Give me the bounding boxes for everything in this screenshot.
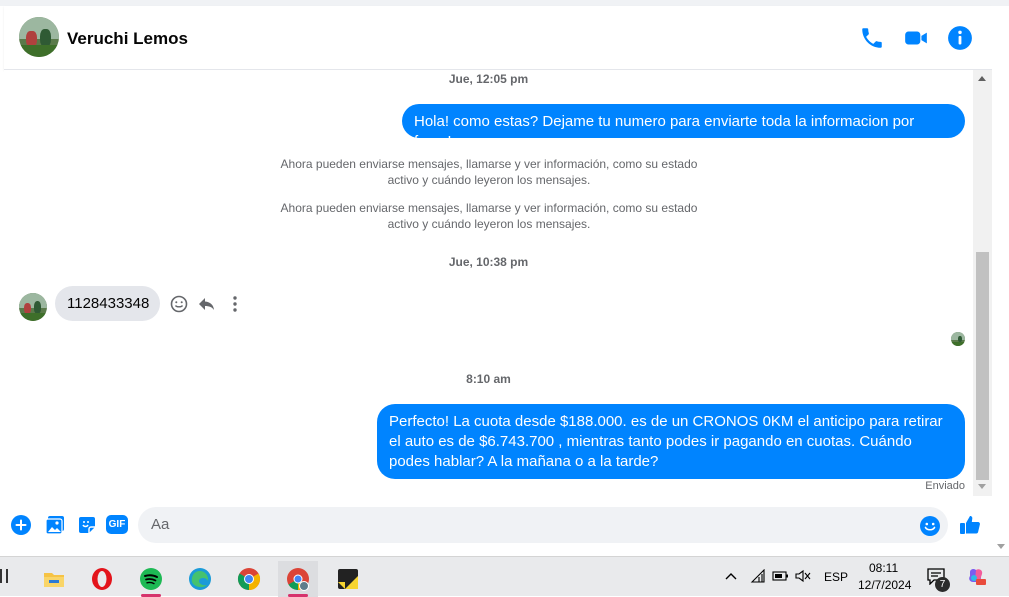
- outgoing-message[interactable]: Hola! como estas? Dejame tu numero para …: [402, 104, 965, 150]
- timestamp: Jue, 12:05 pm: [448, 72, 529, 86]
- show-hidden-icons-chevron-icon[interactable]: [724, 570, 738, 582]
- gif-icon[interactable]: GIF: [106, 515, 128, 534]
- delivery-status: Enviado: [925, 480, 965, 492]
- edge-icon: [189, 568, 211, 590]
- chat-scrollbar[interactable]: [973, 70, 992, 496]
- scroll-up-arrow-icon[interactable]: [978, 76, 986, 81]
- react-emoji-icon[interactable]: [169, 294, 189, 314]
- plus-icon[interactable]: [10, 514, 32, 536]
- gif-label: GIF: [108, 519, 126, 530]
- video-call-icon[interactable]: [903, 25, 929, 51]
- taskbar-chrome-profile[interactable]: [278, 561, 318, 597]
- page-scroll-down-icon[interactable]: [997, 544, 1005, 549]
- taskbar-edge[interactable]: [180, 561, 220, 597]
- photo-icon[interactable]: [44, 514, 66, 536]
- sticky-notes-icon: [338, 569, 358, 589]
- copilot-icon[interactable]: [966, 566, 986, 586]
- notification-badge: 7: [935, 577, 950, 592]
- taskbar-chrome[interactable]: [229, 561, 269, 597]
- page-scrollbar[interactable]: [992, 6, 1009, 556]
- system-notice: Ahora pueden enviarse mensajes, llamarse…: [280, 201, 698, 231]
- message-input-box[interactable]: [138, 507, 948, 543]
- more-options-icon[interactable]: [225, 294, 245, 314]
- messenger-window: Veruchi Lemos Jue, 12:05 pm Hola! como e…: [0, 0, 1009, 556]
- incoming-message[interactable]: 1128433348: [55, 286, 160, 321]
- thumbs-up-icon[interactable]: [958, 513, 982, 537]
- scrollbar-thumb[interactable]: [976, 252, 989, 480]
- clock-time[interactable]: 08:11: [869, 561, 898, 575]
- reply-icon[interactable]: [197, 294, 217, 314]
- contact-avatar[interactable]: [19, 17, 59, 57]
- outgoing-message[interactable]: Perfecto! La cuota desde $188.000. es de…: [377, 404, 965, 479]
- taskbar-opera[interactable]: [82, 561, 122, 597]
- chat-header: Veruchi Lemos: [4, 6, 992, 70]
- opera-icon: [92, 568, 112, 590]
- spotify-icon: [140, 568, 162, 590]
- folder-icon: [44, 573, 64, 587]
- info-icon[interactable]: [947, 25, 973, 51]
- windows-taskbar: ESP 08:11 12/7/2024 7: [0, 556, 1009, 597]
- phone-icon[interactable]: [859, 25, 885, 51]
- clock-date[interactable]: 12/7/2024: [858, 578, 911, 592]
- timestamp: 8:10 am: [466, 372, 511, 386]
- emoji-icon[interactable]: [919, 515, 941, 537]
- contact-name[interactable]: Veruchi Lemos: [67, 29, 188, 49]
- taskbar-spotify[interactable]: [131, 561, 171, 597]
- sender-avatar[interactable]: [19, 293, 47, 321]
- taskbar-file-explorer[interactable]: [34, 561, 74, 597]
- message-list[interactable]: Jue, 12:05 pm Hola! como estas? Dejame t…: [4, 70, 973, 496]
- sticker-icon[interactable]: [76, 514, 98, 536]
- chrome-icon: [238, 568, 260, 590]
- chrome-profile-icon: [287, 568, 309, 591]
- seen-receipt-avatar: [951, 332, 965, 346]
- language-indicator[interactable]: ESP: [824, 570, 848, 584]
- message-composer: GIF: [4, 496, 992, 556]
- volume-muted-icon[interactable]: [794, 569, 812, 583]
- task-view-edge-icon[interactable]: [0, 569, 8, 583]
- timestamp: Jue, 10:38 pm: [448, 255, 529, 269]
- taskbar-sticky-notes[interactable]: [328, 561, 368, 597]
- wifi-icon[interactable]: [750, 569, 766, 583]
- battery-icon[interactable]: [771, 569, 789, 583]
- scroll-down-arrow-icon[interactable]: [978, 484, 986, 489]
- message-input[interactable]: [151, 516, 911, 533]
- system-notice: Ahora pueden enviarse mensajes, llamarse…: [280, 157, 698, 187]
